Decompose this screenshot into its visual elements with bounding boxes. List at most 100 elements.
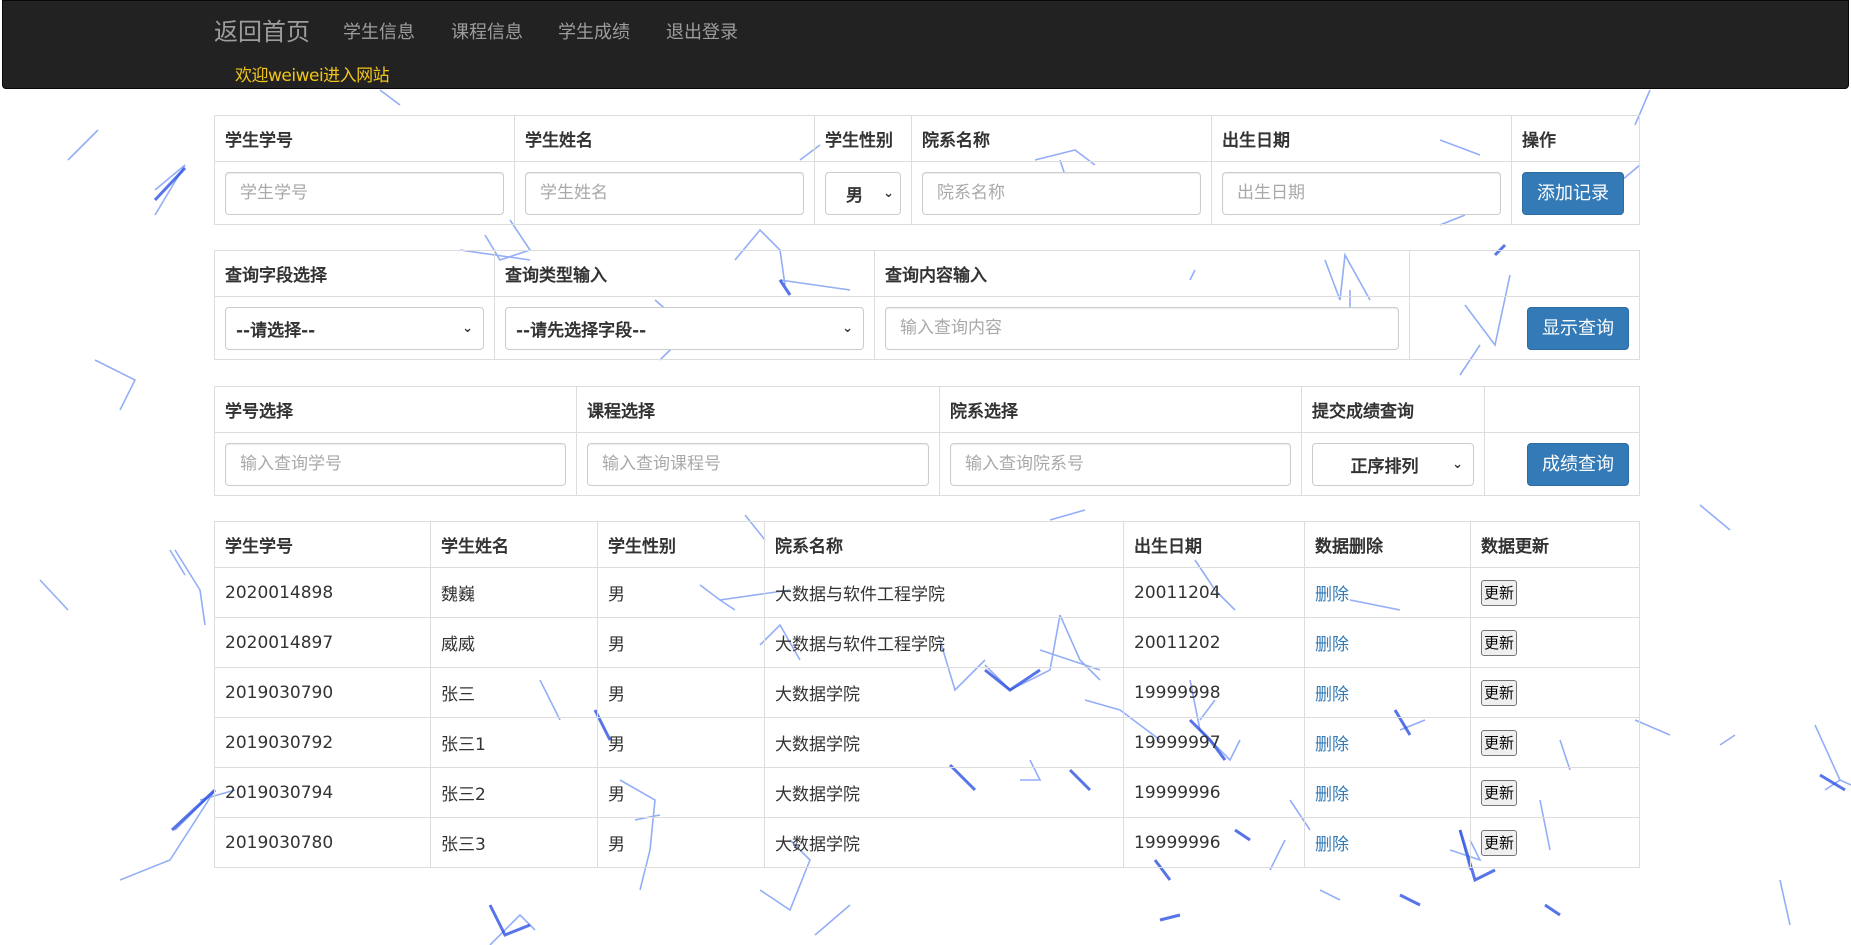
cell-birth-date: 20011202 xyxy=(1123,617,1305,668)
cell-birth-date: 19999996 xyxy=(1123,817,1305,868)
chevron-down-icon: ⌄ xyxy=(883,185,894,201)
header-delete: 数据删除 xyxy=(1304,521,1471,568)
cell-birth-date: 19999997 xyxy=(1123,717,1305,768)
cell-gender: 男 xyxy=(597,817,765,868)
department-input[interactable] xyxy=(922,171,1201,215)
update-button[interactable]: 更新 xyxy=(1481,679,1518,706)
top-navbar: 返回首页 学生信息 课程信息 学生成绩 退出登录 欢迎weiwei进入网站 xyxy=(2,0,1849,89)
cell-gender: 男 xyxy=(597,667,765,718)
score-id-input[interactable] xyxy=(225,442,566,486)
cell-student-name: 张三3 xyxy=(430,817,598,868)
table-row: 2019030794 张三2 男 大数据学院 19999996 删除 更新 xyxy=(214,767,1640,818)
cell-student-id: 2019030792 xyxy=(214,717,431,768)
gender-select-value: 男 xyxy=(846,185,864,206)
score-dept-input[interactable] xyxy=(950,442,1291,486)
cell-birth-date: 20011204 xyxy=(1123,567,1305,618)
col-submit-score-query: 提交成绩查询 xyxy=(1301,386,1485,433)
cell-gender: 男 xyxy=(597,767,765,818)
col-birth-date: 出生日期 xyxy=(1211,115,1512,162)
cell-department: 大数据学院 xyxy=(764,717,1124,768)
nav-student-scores[interactable]: 学生成绩 xyxy=(558,21,630,45)
col-query-content: 查询内容输入 xyxy=(874,250,1410,297)
query-content-input[interactable] xyxy=(885,306,1399,350)
query-field-select[interactable]: --请选择-- ⌄ xyxy=(225,306,484,350)
delete-link[interactable]: 删除 xyxy=(1315,685,1349,705)
query-field-select-value: --请选择-- xyxy=(236,320,316,341)
cell-student-id: 2020014898 xyxy=(214,567,431,618)
col-query-field: 查询字段选择 xyxy=(214,250,495,297)
table-row: 2019030780 张三3 男 大数据学院 19999996 删除 更新 xyxy=(214,817,1640,868)
birth-date-input[interactable] xyxy=(1222,171,1501,215)
cell-student-name: 张三1 xyxy=(430,717,598,768)
add-record-form: 学生学号 学生姓名 学生性别 院系名称 出生日期 操作 男 ⌄ 添加记录 xyxy=(214,115,1640,225)
delete-link[interactable]: 删除 xyxy=(1315,785,1349,805)
delete-link[interactable]: 删除 xyxy=(1315,735,1349,755)
table-row: 2020014898 魏巍 男 大数据与软件工程学院 20011204 删除 更… xyxy=(214,567,1640,618)
query-form: 查询字段选择 查询类型输入 查询内容输入 --请选择-- ⌄ --请先选择字段-… xyxy=(214,250,1640,360)
cell-department: 大数据与软件工程学院 xyxy=(764,567,1124,618)
cell-student-name: 魏巍 xyxy=(430,567,598,618)
update-button[interactable]: 更新 xyxy=(1481,579,1518,606)
student-id-input[interactable] xyxy=(225,171,504,215)
header-update: 数据更新 xyxy=(1470,521,1640,568)
col-score-action xyxy=(1484,386,1640,433)
cell-department: 大数据学院 xyxy=(764,767,1124,818)
chevron-down-icon: ⌄ xyxy=(842,320,853,336)
query-type-select-value: --请先选择字段-- xyxy=(516,320,647,341)
col-operation: 操作 xyxy=(1511,115,1640,162)
welcome-message: 欢迎weiwei进入网站 xyxy=(235,66,390,86)
delete-link[interactable]: 删除 xyxy=(1315,835,1349,855)
score-query-button[interactable]: 成绩查询 xyxy=(1527,442,1629,486)
cell-student-id: 2019030780 xyxy=(214,817,431,868)
update-button[interactable]: 更新 xyxy=(1481,729,1518,756)
col-course-select: 课程选择 xyxy=(576,386,940,433)
cell-student-name: 威威 xyxy=(430,617,598,668)
chevron-down-icon: ⌄ xyxy=(462,320,473,336)
home-link[interactable]: 返回首页 xyxy=(214,16,310,48)
order-select-value: 正序排列 xyxy=(1350,456,1419,477)
cell-student-name: 张三2 xyxy=(430,767,598,818)
order-select[interactable]: 正序排列 ⌄ xyxy=(1312,442,1474,486)
score-course-input[interactable] xyxy=(587,442,929,486)
cell-student-id: 2019030794 xyxy=(214,767,431,818)
table-row: 2019030792 张三1 男 大数据学院 19999997 删除 更新 xyxy=(214,717,1640,768)
cell-department: 大数据学院 xyxy=(764,667,1124,718)
delete-link[interactable]: 删除 xyxy=(1315,635,1349,655)
chevron-down-icon: ⌄ xyxy=(1452,456,1463,472)
student-name-input[interactable] xyxy=(525,171,804,215)
add-record-button[interactable]: 添加记录 xyxy=(1522,171,1624,215)
col-query-type: 查询类型输入 xyxy=(494,250,875,297)
nav-student-info[interactable]: 学生信息 xyxy=(343,21,415,45)
score-query-form: 学号选择 课程选择 院系选择 提交成绩查询 正序排列 ⌄ 成绩查询 xyxy=(214,386,1640,496)
cell-department: 大数据学院 xyxy=(764,817,1124,868)
score-form-header-row: 学号选择 课程选择 院系选择 提交成绩查询 xyxy=(214,386,1640,433)
page: 返回首页 学生信息 课程信息 学生成绩 退出登录 欢迎weiwei进入网站 学生… xyxy=(0,0,1851,945)
add-form-input-row: 男 ⌄ 添加记录 xyxy=(214,161,1640,225)
show-query-button[interactable]: 显示查询 xyxy=(1527,306,1629,350)
col-id-select: 学号选择 xyxy=(214,386,577,433)
score-form-input-row: 正序排列 ⌄ 成绩查询 xyxy=(214,432,1640,496)
header-student-gender: 学生性别 xyxy=(597,521,765,568)
table-row: 2020014897 威威 男 大数据与软件工程学院 20011202 删除 更… xyxy=(214,617,1640,668)
cell-student-id: 2019030790 xyxy=(214,667,431,718)
delete-link[interactable]: 删除 xyxy=(1315,585,1349,605)
col-student-name: 学生姓名 xyxy=(514,115,815,162)
query-type-select[interactable]: --请先选择字段-- ⌄ xyxy=(505,306,864,350)
data-table-header-row: 学生学号 学生姓名 学生性别 院系名称 出生日期 数据删除 数据更新 xyxy=(214,521,1640,568)
cell-gender: 男 xyxy=(597,567,765,618)
update-button[interactable]: 更新 xyxy=(1481,629,1518,656)
cell-student-id: 2020014897 xyxy=(214,617,431,668)
student-data-table: 学生学号 学生姓名 学生性别 院系名称 出生日期 数据删除 数据更新 20200… xyxy=(214,521,1640,868)
col-student-id: 学生学号 xyxy=(214,115,515,162)
nav-logout[interactable]: 退出登录 xyxy=(666,21,738,45)
col-department: 院系名称 xyxy=(911,115,1212,162)
query-form-header-row: 查询字段选择 查询类型输入 查询内容输入 xyxy=(214,250,1640,297)
cell-gender: 男 xyxy=(597,717,765,768)
table-row: 2019030790 张三 男 大数据学院 19999998 删除 更新 xyxy=(214,667,1640,718)
update-button[interactable]: 更新 xyxy=(1481,829,1518,856)
nav-course-info[interactable]: 课程信息 xyxy=(451,21,523,45)
update-button[interactable]: 更新 xyxy=(1481,779,1518,806)
cell-department: 大数据与软件工程学院 xyxy=(764,617,1124,668)
header-student-name: 学生姓名 xyxy=(430,521,598,568)
gender-select[interactable]: 男 ⌄ xyxy=(825,171,901,215)
